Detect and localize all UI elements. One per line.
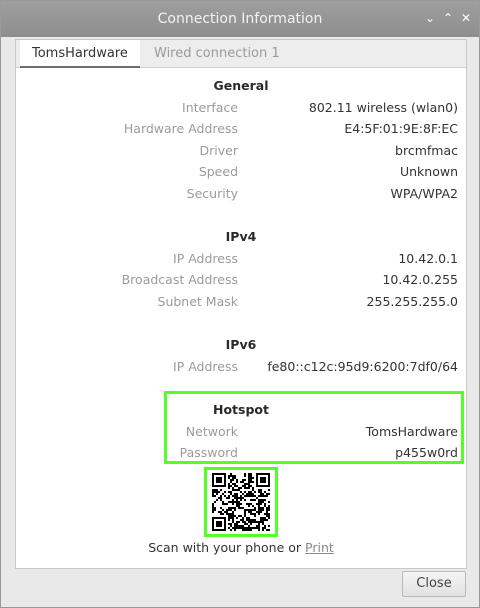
tab-wired-connection-1[interactable]: Wired connection 1 bbox=[142, 40, 292, 68]
connection-info-dialog: Connection Information ⌄ ⌃ ✕ TomsHardwar… bbox=[0, 0, 480, 608]
window-title: Connection Information bbox=[157, 11, 323, 27]
driver-label: Driver bbox=[199, 143, 238, 158]
row-ipv4-ip-address: IP Address 10.42.0.1 bbox=[16, 251, 466, 269]
broadcast-address-label: Broadcast Address bbox=[121, 272, 238, 287]
ipv6-ip-address-value: fe80::c12c:95d9:6200:7df0/64 bbox=[267, 359, 458, 374]
row-ipv6-ip-address: IP Address fe80::c12c:95d9:6200:7df0/64 bbox=[16, 359, 466, 377]
hardware-address-label: Hardware Address bbox=[123, 121, 238, 136]
interface-label: Interface bbox=[182, 100, 238, 115]
row-security: Security WPA/WPA2 bbox=[16, 186, 466, 204]
ipv6-ip-address-label: IP Address bbox=[173, 359, 238, 374]
close-icon[interactable]: ✕ bbox=[457, 9, 475, 27]
row-speed: Speed Unknown bbox=[16, 164, 466, 182]
speed-value: Unknown bbox=[399, 164, 458, 179]
subnet-mask-label: Subnet Mask bbox=[157, 294, 238, 309]
row-broadcast-address: Broadcast Address 10.42.0.255 bbox=[16, 272, 466, 290]
security-value: WPA/WPA2 bbox=[390, 186, 458, 201]
section-hotspot-title: Hotspot bbox=[213, 402, 269, 417]
scan-text: Scan with your phone or bbox=[148, 540, 302, 555]
security-label: Security bbox=[186, 186, 238, 201]
interface-value: 802.11 wireless (wlan0) bbox=[308, 100, 458, 115]
network-label: Network bbox=[185, 424, 238, 439]
maximize-icon[interactable]: ⌃ bbox=[439, 9, 457, 27]
section-ipv6-title: IPv6 bbox=[225, 337, 257, 352]
section-general-title: General bbox=[213, 78, 269, 93]
network-value: TomsHardware bbox=[365, 424, 458, 439]
row-hardware-address: Hardware Address E4:5F:01:9E:8F:EC bbox=[16, 121, 466, 139]
scan-instructions: Scan with your phone or Print bbox=[16, 540, 466, 555]
row-driver: Driver brcmfmac bbox=[16, 143, 466, 161]
password-label: Password bbox=[179, 445, 238, 460]
tab-bar: TomsHardware Wired connection 1 bbox=[16, 40, 466, 68]
row-subnet-mask: Subnet Mask 255.255.255.0 bbox=[16, 294, 466, 312]
driver-value: brcmfmac bbox=[395, 143, 458, 158]
tab-tomshardware[interactable]: TomsHardware bbox=[20, 40, 140, 68]
row-password: Password p455w0rd bbox=[16, 445, 466, 463]
row-network: Network TomsHardware bbox=[16, 424, 466, 442]
qr-code-icon bbox=[212, 473, 270, 531]
subnet-mask-value: 255.255.255.0 bbox=[366, 294, 458, 309]
print-link[interactable]: Print bbox=[305, 540, 334, 555]
speed-label: Speed bbox=[198, 164, 238, 179]
password-value: p455w0rd bbox=[395, 445, 458, 460]
connection-notebook: TomsHardware Wired connection 1 General … bbox=[15, 39, 467, 569]
hardware-address-value: E4:5F:01:9E:8F:EC bbox=[344, 121, 458, 136]
ipv4-ip-address-value: 10.42.0.1 bbox=[398, 251, 458, 266]
qr-code-highlight bbox=[204, 467, 278, 537]
title-bar[interactable]: Connection Information ⌄ ⌃ ✕ bbox=[1, 1, 479, 37]
broadcast-address-value: 10.42.0.255 bbox=[382, 272, 458, 287]
minimize-icon[interactable]: ⌄ bbox=[421, 9, 439, 27]
section-ipv4-title: IPv4 bbox=[225, 229, 257, 244]
close-button[interactable]: Close bbox=[402, 571, 466, 597]
ipv4-ip-address-label: IP Address bbox=[173, 251, 238, 266]
row-interface: Interface 802.11 wireless (wlan0) bbox=[16, 100, 466, 118]
